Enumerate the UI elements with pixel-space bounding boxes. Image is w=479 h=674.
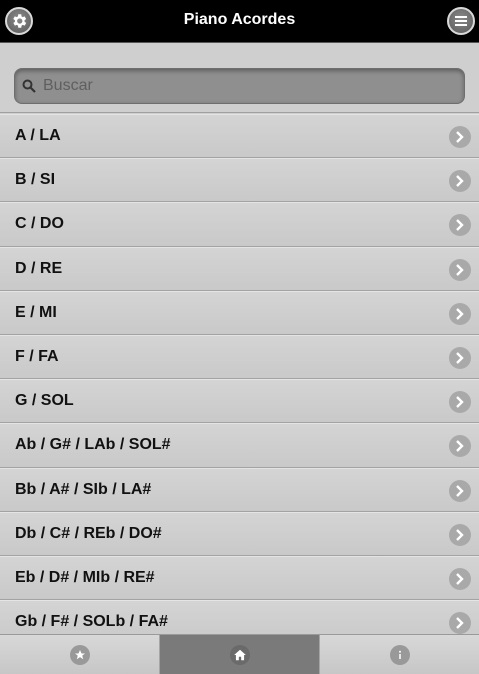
list-item-label: Bb / A# / SIb / LA#: [15, 480, 152, 498]
chevron-right-icon: [449, 567, 471, 590]
chevron-right-icon: [449, 214, 471, 237]
tab-info[interactable]: [320, 635, 479, 674]
info-icon: [389, 645, 410, 665]
list-item-label: C / DO: [15, 215, 64, 233]
chevron-right-icon: [449, 170, 471, 193]
search-input[interactable]: [43, 69, 453, 103]
tab-home[interactable]: [160, 635, 320, 674]
list-item-label: A / LA: [15, 127, 61, 144]
star-icon: [69, 645, 90, 665]
list-item[interactable]: F / FA: [0, 334, 479, 380]
list-item-label: Eb / D# / MIb / RE#: [15, 568, 155, 586]
list-item-label: F / FA: [15, 347, 59, 365]
chevron-right-icon: [449, 479, 471, 502]
list-item[interactable]: Eb / D# / MIb / RE#: [0, 555, 479, 601]
list-item[interactable]: C / DO: [0, 202, 479, 247]
search-icon: [22, 79, 36, 93]
list-item-label: G / SOL: [15, 392, 74, 410]
page-title: Piano Acordes: [183, 11, 296, 28]
chevron-right-icon: [449, 258, 471, 281]
list-item[interactable]: E / MI: [0, 290, 479, 335]
list-item[interactable]: G / SOL: [0, 379, 479, 424]
list-item[interactable]: Db / C# / REb / DO#: [0, 511, 479, 556]
list-item-label: D / RE: [15, 259, 63, 277]
list-item-label: E / MI: [15, 303, 57, 321]
list-item[interactable]: Gb / F# / SOLb / FA#: [0, 600, 479, 634]
header-bar: Piano Acordes: [0, 0, 479, 43]
search-box[interactable]: [14, 68, 465, 104]
search-bar: [0, 44, 479, 113]
tab-favorites[interactable]: [0, 635, 160, 674]
chevron-right-icon: [449, 346, 471, 369]
chevron-right-icon: [449, 391, 471, 414]
chevron-right-icon: [449, 302, 471, 325]
menu-icon: [455, 16, 467, 26]
list-item-label: Db / C# / REb / DO#: [15, 524, 162, 542]
chevron-right-icon: [449, 435, 471, 458]
list-item[interactable]: Ab / G# / LAb / SOL#: [0, 423, 479, 468]
chevron-right-icon: [449, 612, 471, 634]
list-item[interactable]: D / RE: [0, 246, 479, 291]
list-item-label: Ab / G# / LAb / SOL#: [15, 436, 171, 454]
list-item-label: B / SI: [15, 171, 56, 189]
chord-list: A / LA B / SI C / DO D / RE E / MI F / F…: [0, 114, 479, 634]
chevron-right-icon: [449, 126, 471, 148]
list-item[interactable]: A / LA: [0, 114, 479, 159]
bottom-tab-bar: [0, 634, 479, 674]
home-icon: [229, 645, 250, 665]
list-item[interactable]: B / SI: [0, 158, 479, 203]
list-item-label: Gb / F# / SOLb / FA#: [15, 613, 168, 631]
list-item[interactable]: Bb / A# / SIb / LA#: [0, 467, 479, 512]
chevron-right-icon: [449, 523, 471, 546]
menu-button[interactable]: [447, 7, 475, 35]
